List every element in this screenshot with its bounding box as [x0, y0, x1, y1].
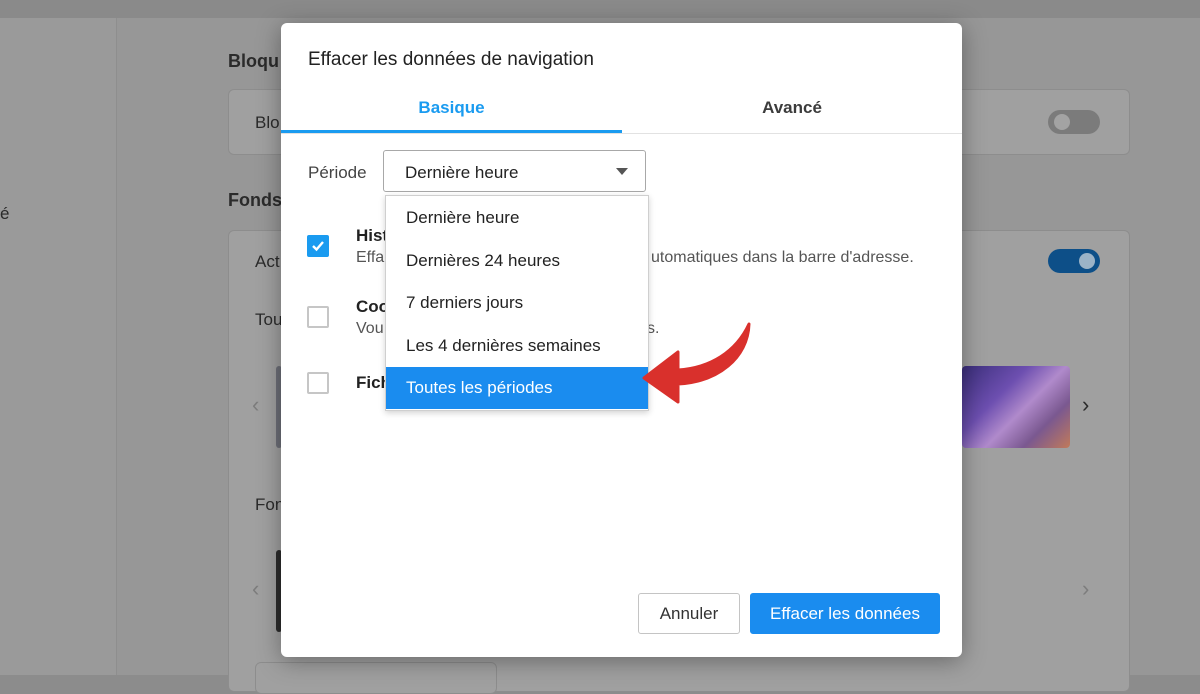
bg-section-title-2: Fonds [228, 190, 282, 210]
clear-browsing-data-dialog: Effacer les données de navigation Basiqu… [281, 23, 962, 657]
tab-bar: Basique Avancé [281, 89, 962, 134]
bg-button-outline [255, 662, 497, 694]
bg-wallpaper-thumbnail [962, 366, 1070, 448]
chevron-left-icon: ‹ [252, 392, 260, 417]
period-dropdown-list: Dernière heure Dernières 24 heures 7 der… [385, 195, 649, 411]
files-checkbox[interactable] [307, 372, 329, 394]
dialog-title: Effacer les données de navigation [308, 49, 594, 70]
background-sidebar: é [0, 18, 117, 675]
cookies-desc: Vou [356, 320, 384, 337]
caret-down-icon [616, 168, 628, 175]
tab-basic[interactable]: Basique [281, 89, 622, 133]
chevron-right-icon: › [1082, 392, 1090, 417]
tab-advanced[interactable]: Avancé [622, 89, 962, 133]
cancel-button[interactable]: Annuler [638, 593, 740, 634]
period-select-value: Dernière heure [405, 163, 519, 182]
background-top-bar [0, 0, 1200, 18]
checkmark-icon [312, 241, 324, 252]
history-desc: Effa [356, 249, 385, 266]
bg-sub-label: Tou [255, 310, 283, 329]
option-all-time[interactable]: Toutes les périodes [386, 367, 648, 409]
cookies-checkbox[interactable] [307, 306, 329, 328]
option-last-4-weeks[interactable]: Les 4 dernières semaines [386, 325, 648, 367]
bg-toggle-on [1048, 249, 1100, 273]
history-checkbox[interactable] [307, 235, 329, 257]
bg-row-label-2: Act [255, 252, 280, 271]
period-label: Période [308, 163, 367, 182]
history-title: Hist [356, 226, 389, 245]
bg-section-title-1: Bloqu [228, 51, 279, 71]
red-arrow-annotation [642, 322, 751, 404]
chevron-right-icon-2: › [1082, 576, 1090, 601]
chevron-left-icon-2: ‹ [252, 576, 260, 601]
clear-data-button[interactable]: Effacer les données [750, 593, 940, 634]
bg-row-label-1: Blo [255, 113, 280, 132]
bg-section-label-3: Fon [255, 495, 285, 514]
period-select[interactable]: Dernière heure [383, 150, 646, 192]
history-desc-tail: utomatiques dans la barre d'adresse. [651, 249, 914, 266]
sidebar-fragment: é [0, 204, 10, 223]
option-last-24-hours[interactable]: Dernières 24 heures [386, 240, 648, 282]
bg-toggle-off [1048, 110, 1100, 134]
option-last-7-days[interactable]: 7 derniers jours [386, 282, 648, 324]
option-last-hour[interactable]: Dernière heure [386, 197, 648, 239]
